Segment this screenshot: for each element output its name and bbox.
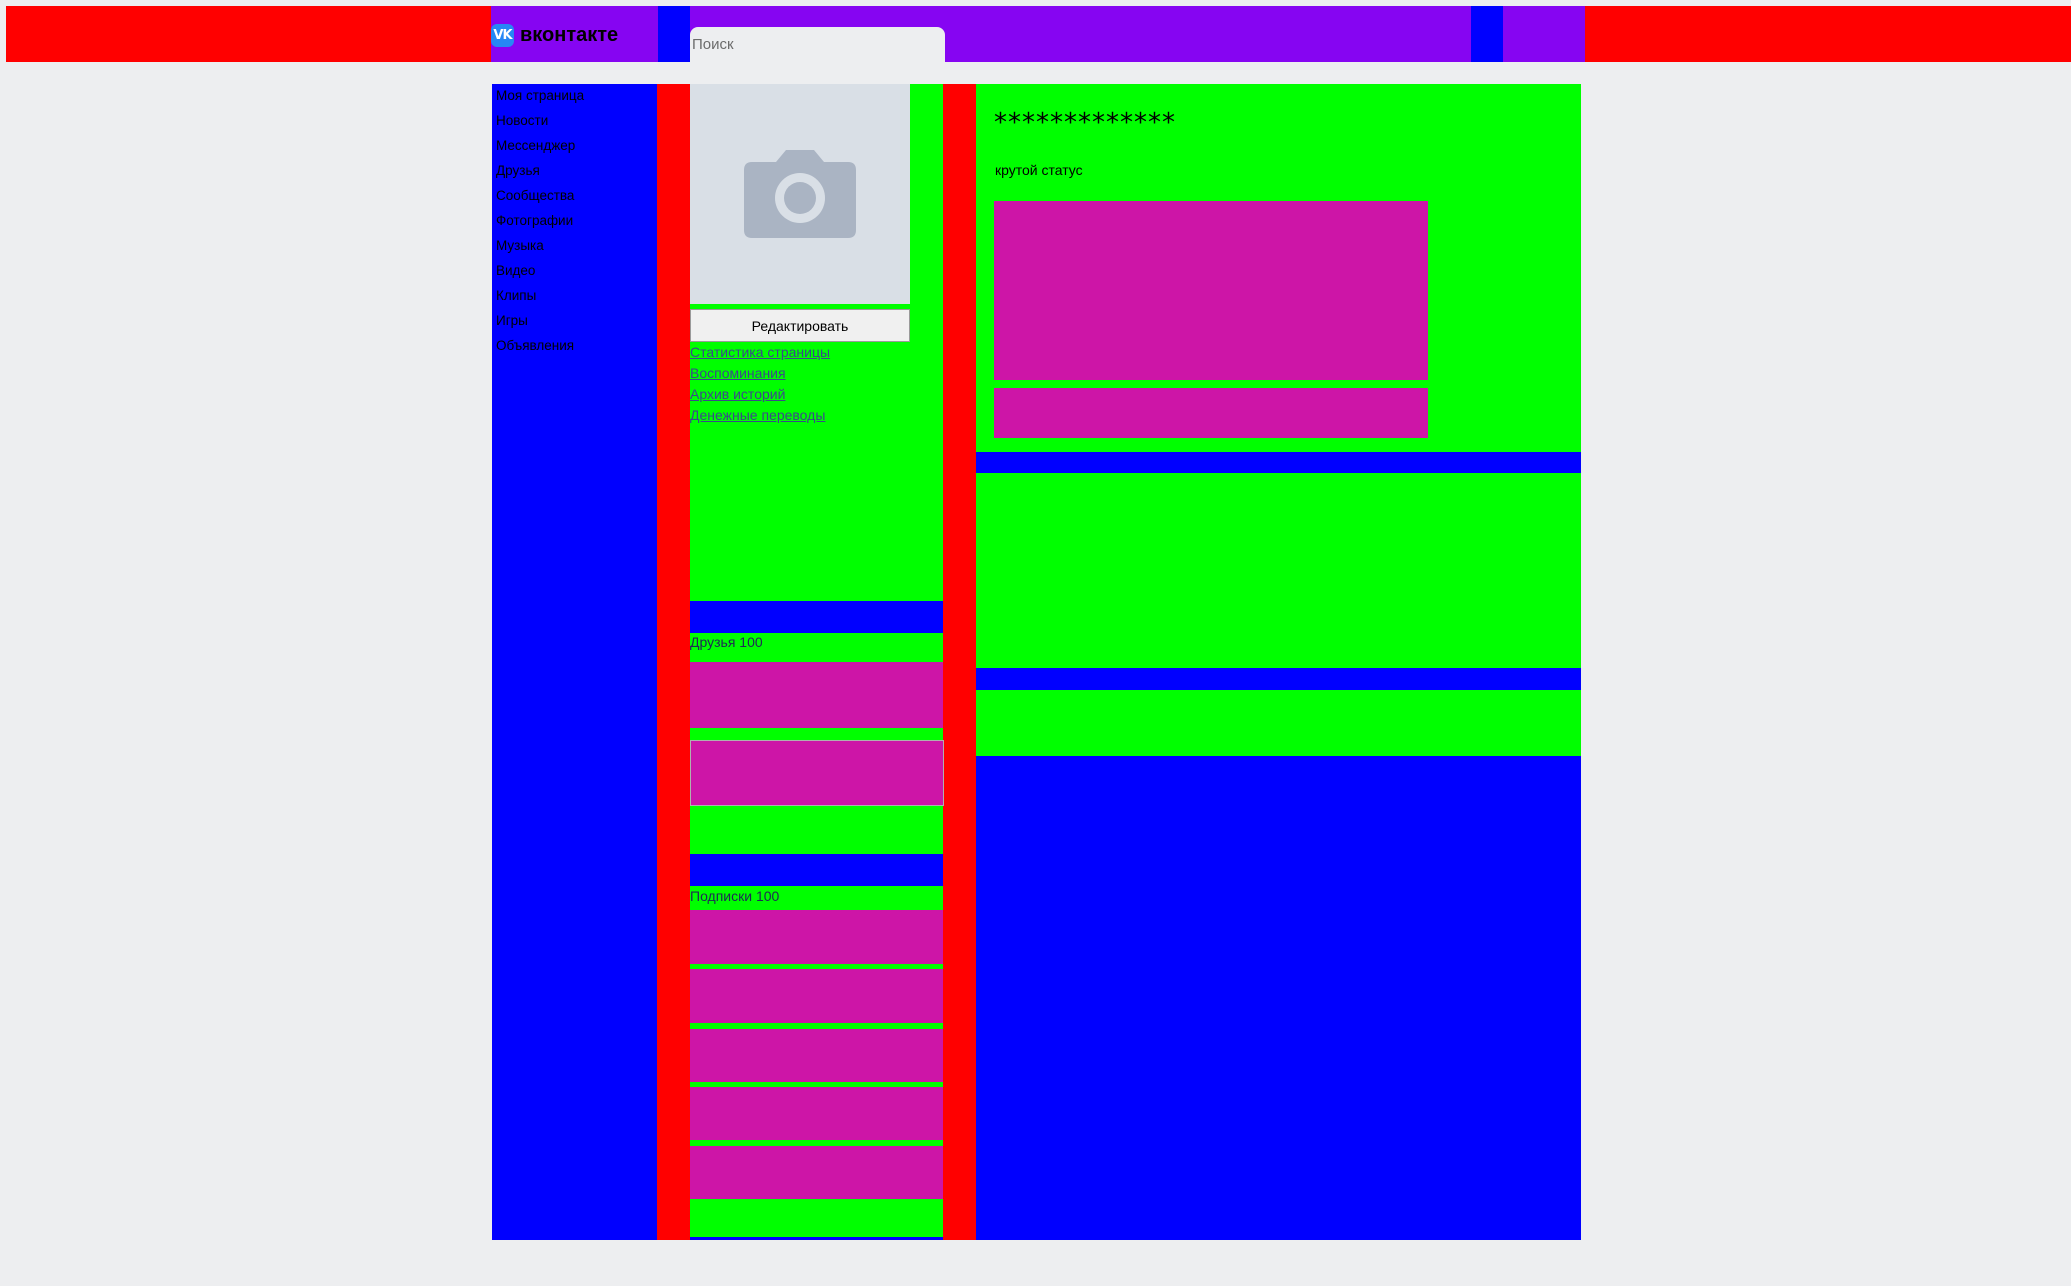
subscription-card[interactable] (690, 910, 943, 964)
friend-card[interactable] (690, 740, 944, 806)
friend-card[interactable] (690, 662, 943, 728)
section-divider (690, 601, 943, 633)
header-inner (491, 6, 1585, 62)
logo-text: вконтакте (520, 23, 619, 46)
content-block (976, 473, 1581, 668)
sidebar-item-games[interactable]: Игры (496, 313, 528, 328)
friends-heading[interactable]: Друзья 100 (690, 634, 763, 650)
sidebar-nav: Моя страница Новости Мессенджер Друзья С… (492, 84, 657, 1240)
content-block (976, 690, 1581, 756)
profile-photo[interactable] (690, 84, 910, 304)
sidebar-item-messenger[interactable]: Мессенджер (496, 138, 575, 153)
subscription-card[interactable] (690, 1029, 943, 1082)
sidebar-item-news[interactable]: Новости (496, 113, 548, 128)
money-transfers-link[interactable]: Денежные переводы (690, 407, 825, 423)
sidebar-item-music[interactable]: Музыка (496, 238, 544, 253)
edit-profile-button[interactable]: Редактировать (690, 309, 910, 342)
stories-archive-link[interactable]: Архив историй (690, 386, 785, 402)
section-divider (690, 854, 943, 886)
sidebar-item-clips[interactable]: Клипы (496, 288, 536, 303)
subscriptions-heading[interactable]: Подписки 100 (690, 888, 779, 904)
search-input[interactable] (690, 27, 945, 62)
profile-name: ************* (994, 108, 1176, 138)
profile-details-block (994, 201, 1428, 380)
sidebar-item-ads[interactable]: Объявления (496, 338, 574, 353)
subscription-card[interactable] (690, 969, 943, 1023)
section-divider (690, 1237, 943, 1240)
profile-status[interactable]: крутой статус (995, 162, 1083, 178)
subscription-card[interactable] (690, 1146, 943, 1199)
logo[interactable]: VK вконтакте (491, 22, 618, 48)
sidebar-item-friends[interactable]: Друзья (496, 163, 540, 178)
memories-link[interactable]: Воспоминания (690, 365, 786, 381)
profile-details-block (994, 388, 1428, 438)
page-stats-link[interactable]: Статистика страницы (690, 344, 830, 360)
subscription-card[interactable] (690, 1087, 943, 1140)
sidebar-item-video[interactable]: Видео (496, 263, 535, 278)
header-spacer-right (1471, 6, 1503, 62)
camera-icon (744, 150, 856, 238)
sidebar-item-communities[interactable]: Сообщества (496, 188, 574, 203)
header-spacer-left (658, 6, 690, 62)
vk-logo-icon: VK (491, 23, 514, 47)
sidebar-item-my-page[interactable]: Моя страница (496, 88, 584, 103)
sidebar-item-photos[interactable]: Фотографии (496, 213, 573, 228)
